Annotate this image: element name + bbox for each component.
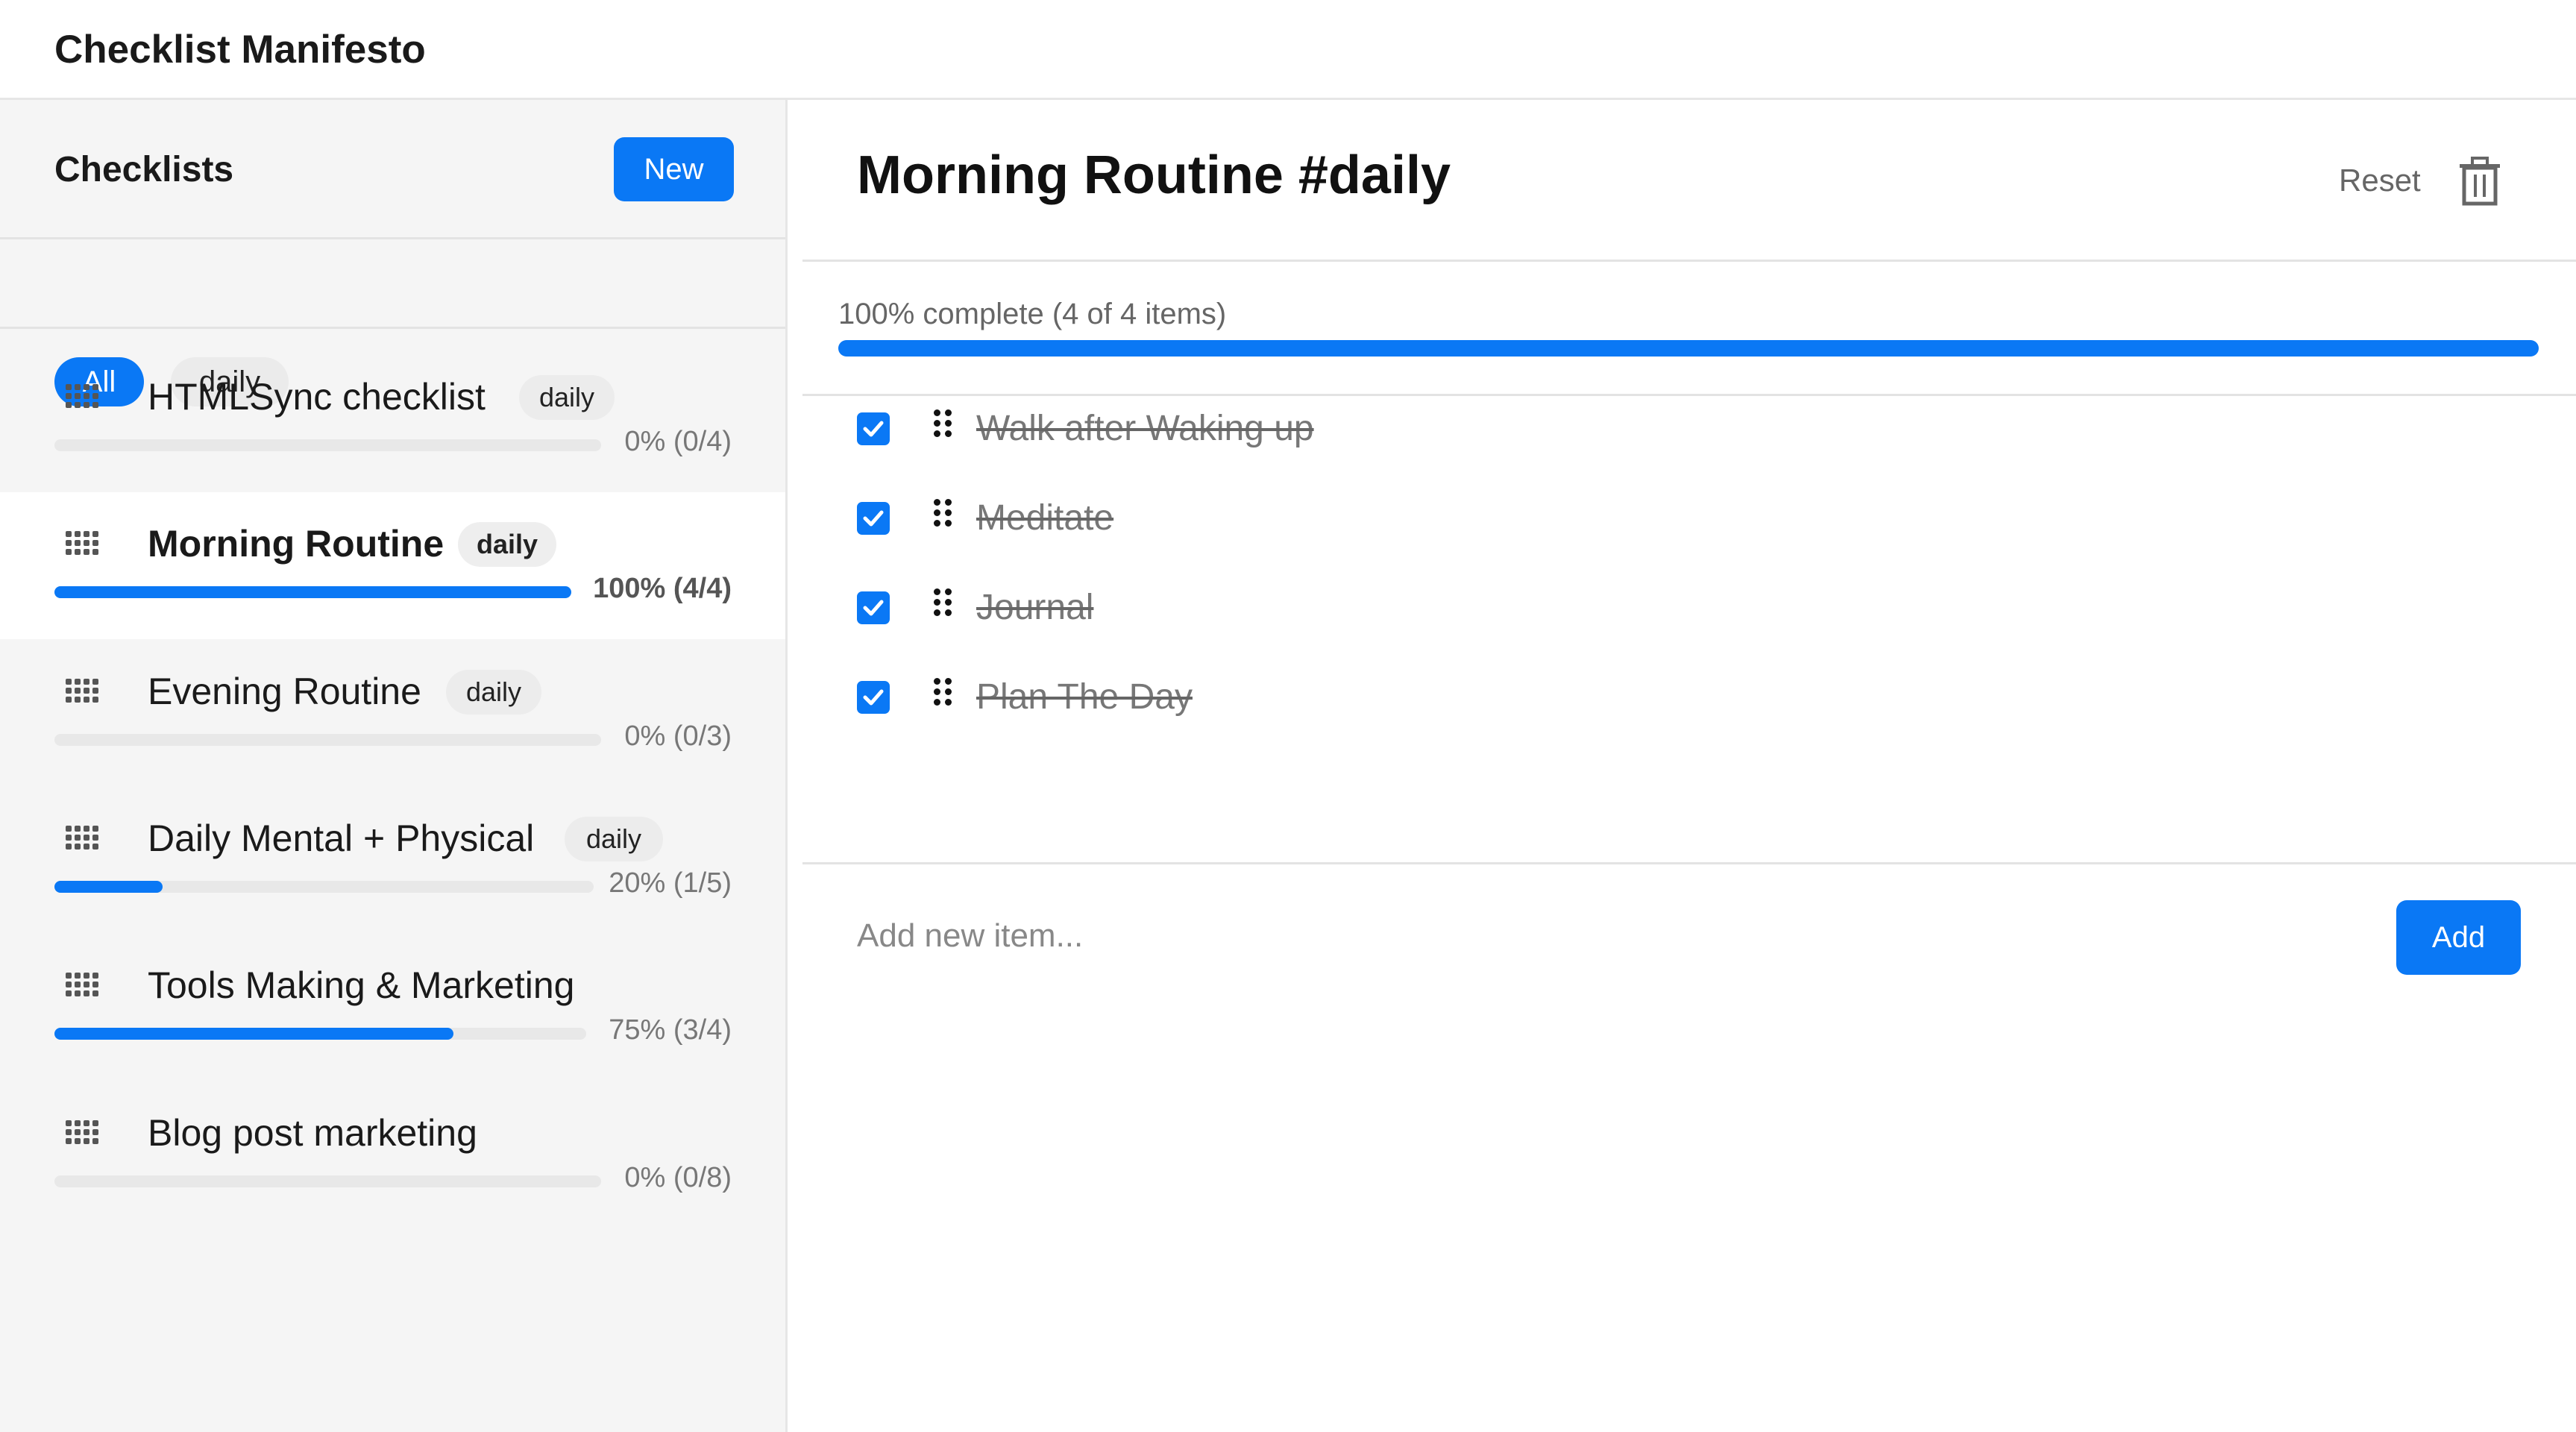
checklist-item-progress-bar <box>54 1175 601 1187</box>
divider <box>802 260 2576 262</box>
checklist-progress-bar <box>838 340 2539 357</box>
add-item-button[interactable]: Add <box>2396 900 2521 975</box>
app-title: Checklist Manifesto <box>54 28 426 72</box>
checklist-item-name: Evening Routine <box>148 671 421 712</box>
checklist-item-progress-text: 20% (1/5) <box>609 867 732 899</box>
entry-checkbox[interactable] <box>857 412 890 445</box>
checklist-item[interactable]: HTMLSync checklist daily 0% (0/4) <box>0 345 785 492</box>
checklist-entry: Plan The Day <box>788 660 2576 735</box>
drag-handle-icon[interactable] <box>934 499 956 533</box>
drag-handle-icon[interactable] <box>66 970 98 999</box>
checklist-item-name: Daily Mental + Physical <box>148 817 535 859</box>
checklist-item-name: Tools Making & Marketing <box>148 964 575 1006</box>
checklist-item[interactable]: Blog post marketing 0% (0/8) <box>0 1081 785 1228</box>
checklist-progress-text: 100% complete (4 of 4 items) <box>838 298 1227 330</box>
checklist-entry: Journal <box>788 571 2576 645</box>
drag-handle-icon[interactable] <box>934 588 956 623</box>
checklist-progress-fill <box>838 340 2539 357</box>
checklist-item-progress-text: 0% (0/4) <box>624 426 732 457</box>
checklist-item-progress-bar <box>54 439 601 451</box>
sidebar-title: Checklists <box>54 150 234 189</box>
checklist-item-tag: daily <box>446 670 541 715</box>
checklist-item-progress-text: 0% (0/8) <box>624 1162 732 1193</box>
checklist-item-tag: daily <box>458 522 556 567</box>
checklist-entry: Walk after Waking up <box>788 392 2576 466</box>
checklist-item[interactable]: Tools Making & Marketing 75% (3/4) <box>0 934 785 1081</box>
app-header: Checklist Manifesto <box>0 0 2576 100</box>
checklist-item-progress-bar <box>54 586 571 598</box>
checklist-item-tag: daily <box>565 817 663 861</box>
drag-handle-icon[interactable] <box>66 823 98 852</box>
drag-handle-icon[interactable] <box>66 381 98 411</box>
filter-bar <box>0 239 785 329</box>
entry-text: Meditate <box>976 498 1114 538</box>
checklist-item-progress-bar <box>54 881 594 893</box>
sidebar-header: Checklists New <box>0 100 785 239</box>
checklist-item-name: Blog post marketing <box>148 1112 477 1154</box>
entry-text: Journal <box>976 588 1094 627</box>
checklist-title: Morning Routine #daily <box>857 145 1451 205</box>
checklist-item[interactable]: Evening Routine daily 0% (0/3) <box>0 640 785 787</box>
divider <box>802 862 2576 864</box>
drag-handle-icon[interactable] <box>66 528 98 558</box>
reset-button[interactable]: Reset <box>2339 163 2421 198</box>
checklist-item-progress-fill <box>54 1028 453 1040</box>
new-checklist-button[interactable]: New <box>614 137 734 201</box>
entry-checkbox[interactable] <box>857 591 890 624</box>
checklist-item-tag: daily <box>519 375 615 420</box>
checklist-item-progress-bar <box>54 734 601 746</box>
drag-handle-icon[interactable] <box>934 678 956 712</box>
drag-handle-icon[interactable] <box>66 1117 98 1147</box>
drag-handle-icon[interactable] <box>934 409 956 444</box>
drag-handle-icon[interactable] <box>66 676 98 706</box>
checklist-item-progress-fill <box>54 586 571 598</box>
checklist-item[interactable]: Morning Routine daily 100% (4/4) <box>0 492 785 639</box>
checklist-item-progress-text: 100% (4/4) <box>593 573 732 604</box>
checklist-item[interactable]: Daily Mental + Physical daily 20% (1/5) <box>0 787 785 934</box>
checklist-item-progress-bar <box>54 1028 586 1040</box>
checklist-item-progress-text: 0% (0/3) <box>624 720 732 752</box>
checklist-item-name: HTMLSync checklist <box>148 376 486 418</box>
entry-text: Walk after Waking up <box>976 409 1314 448</box>
entry-text: Plan The Day <box>976 677 1193 717</box>
entry-checkbox[interactable] <box>857 681 890 714</box>
add-item-input[interactable] <box>857 902 2274 970</box>
checklist-item-progress-fill <box>54 881 163 893</box>
checklist-entry: Meditate <box>788 481 2576 556</box>
checklist-item-name: Morning Routine <box>148 523 444 565</box>
trash-icon[interactable] <box>2458 157 2501 206</box>
entry-checkbox[interactable] <box>857 502 890 535</box>
main-panel: Morning Routine #daily Reset 100% comple… <box>788 100 2576 1432</box>
checklist-item-progress-text: 75% (3/4) <box>609 1014 732 1046</box>
